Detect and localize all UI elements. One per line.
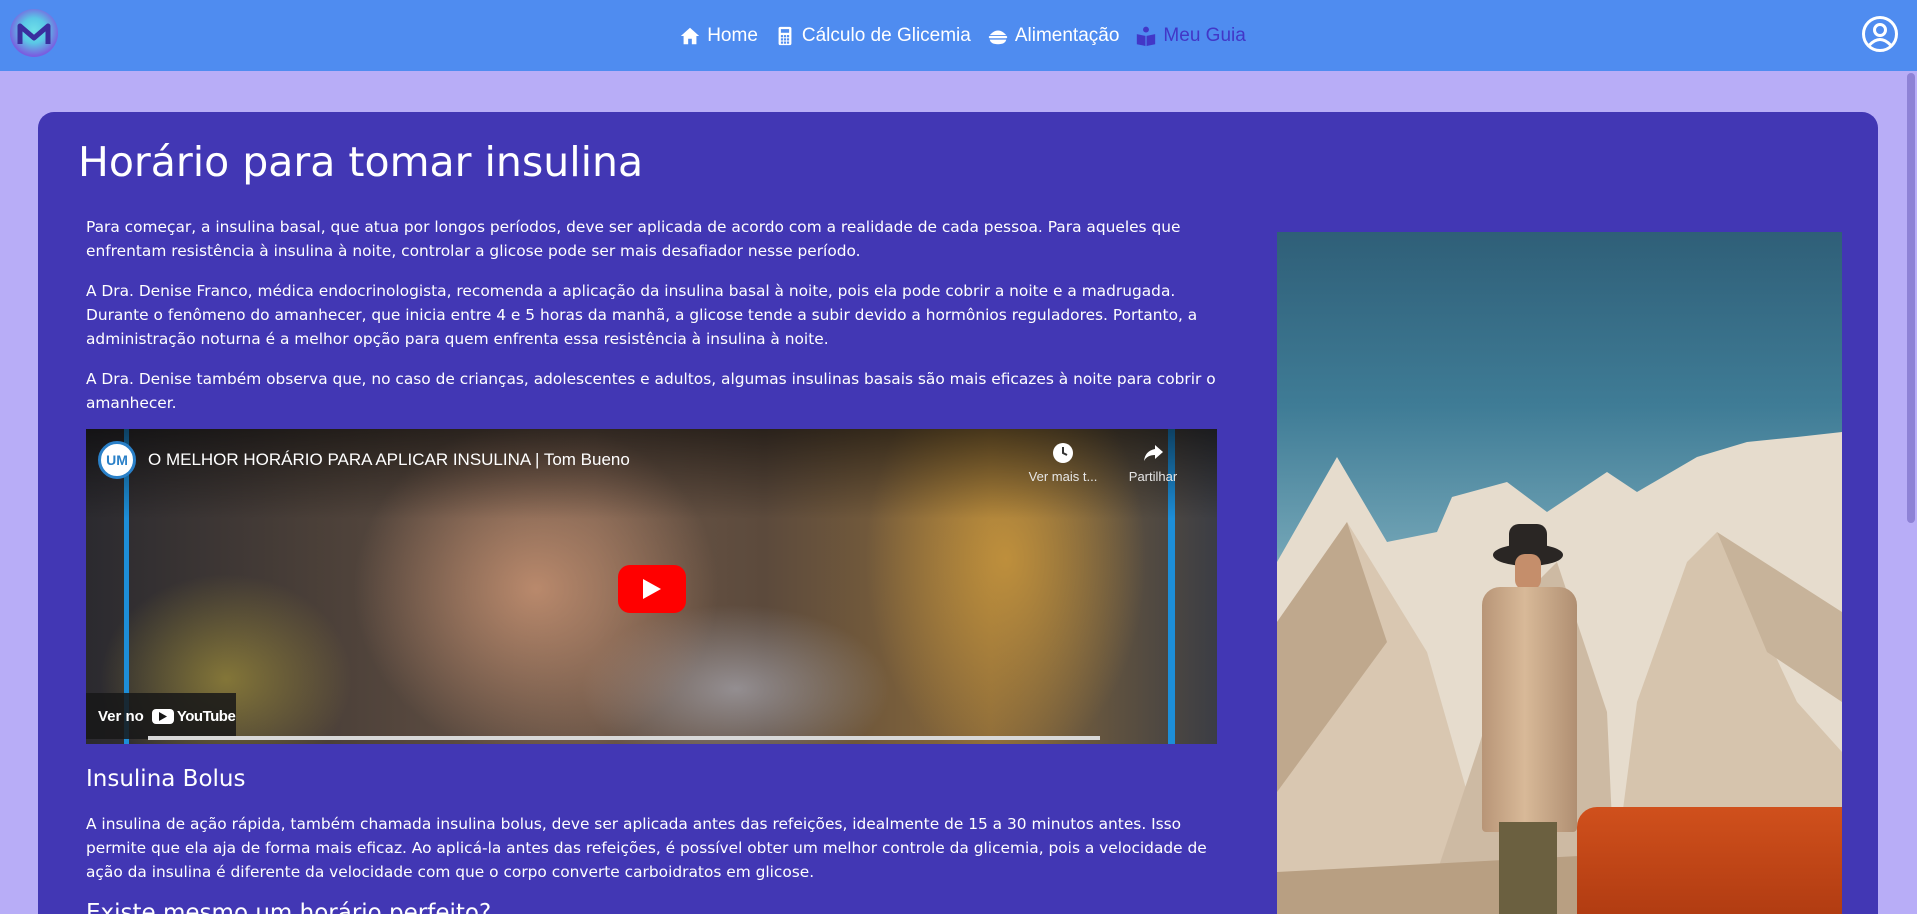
video-title[interactable]: O MELHOR HORÁRIO PARA APLICAR INSULINA |… bbox=[148, 450, 630, 470]
app-logo[interactable] bbox=[10, 9, 58, 57]
share-arrow-icon bbox=[1144, 445, 1163, 461]
calculator-icon bbox=[778, 26, 792, 45]
watch-later-label: Ver mais t... bbox=[1028, 469, 1098, 484]
article-content: Para começar, a insulina basal, que atua… bbox=[86, 215, 1217, 914]
video-progress-bar bbox=[148, 736, 1100, 740]
logo-m-icon bbox=[17, 23, 51, 44]
section-title-perfect-time: Existe mesmo um horário perfeito? bbox=[86, 900, 492, 914]
reading-person-icon bbox=[1137, 26, 1156, 46]
profile-button[interactable] bbox=[1861, 15, 1899, 53]
nav-glycemia-calculator[interactable]: Cálculo de Glicemia bbox=[774, 25, 971, 47]
main-nav: Home Cálculo de Glicemia Alimentação Meu… bbox=[679, 25, 1246, 47]
intro-paragraph-3: A Dra. Denise também observa que, no cas… bbox=[86, 370, 1216, 412]
nav-home[interactable]: Home bbox=[679, 25, 758, 47]
share-button[interactable]: Partilhar bbox=[1118, 441, 1188, 484]
nav-glycemia-label: Cálculo de Glicemia bbox=[801, 24, 971, 46]
page-scrollbar-thumb[interactable] bbox=[1907, 73, 1915, 523]
top-navbar: Home Cálculo de Glicemia Alimentação Meu… bbox=[0, 0, 1917, 71]
youtube-logo: YouTube bbox=[151, 707, 236, 725]
article-photo bbox=[1277, 232, 1842, 914]
watch-later-button[interactable]: Ver mais t... bbox=[1028, 441, 1098, 484]
food-bowl-icon bbox=[988, 30, 1008, 44]
youtube-video-embed[interactable]: UM O MELHOR HORÁRIO PARA APLICAR INSULIN… bbox=[86, 429, 1217, 744]
intro-paragraph-2: A Dra. Denise Franco, médica endocrinolo… bbox=[86, 282, 1198, 348]
home-icon bbox=[681, 27, 700, 44]
nav-food[interactable]: Alimentação bbox=[987, 24, 1120, 47]
nav-home-label: Home bbox=[707, 24, 758, 46]
person-legs bbox=[1499, 822, 1557, 914]
watch-on-label: Ver no bbox=[98, 707, 144, 725]
share-label: Partilhar bbox=[1128, 469, 1178, 484]
play-icon bbox=[643, 579, 661, 599]
nav-food-label: Alimentação bbox=[1014, 24, 1120, 46]
page-title: Horário para tomar insulina bbox=[78, 138, 644, 186]
channel-avatar[interactable]: UM bbox=[98, 441, 136, 479]
bolus-paragraph: A insulina de ação rápida, também chamad… bbox=[86, 815, 1207, 881]
watch-on-youtube-button[interactable]: Ver no YouTube bbox=[86, 693, 236, 739]
nav-my-guide-label: Meu Guia bbox=[1163, 24, 1246, 46]
section-title-bolus: Insulina Bolus bbox=[86, 766, 246, 792]
play-button[interactable] bbox=[618, 565, 686, 613]
nav-my-guide[interactable]: Meu Guia bbox=[1135, 24, 1246, 47]
intro-paragraph-1: Para começar, a insulina basal, que atua… bbox=[86, 218, 1181, 260]
orange-truck bbox=[1577, 807, 1842, 914]
user-circle-icon bbox=[1862, 16, 1898, 52]
clock-icon bbox=[1053, 443, 1073, 463]
youtube-play-icon bbox=[151, 708, 174, 724]
youtube-wordmark: YouTube bbox=[176, 707, 236, 725]
person-coat bbox=[1482, 587, 1577, 832]
person-face bbox=[1515, 554, 1541, 590]
